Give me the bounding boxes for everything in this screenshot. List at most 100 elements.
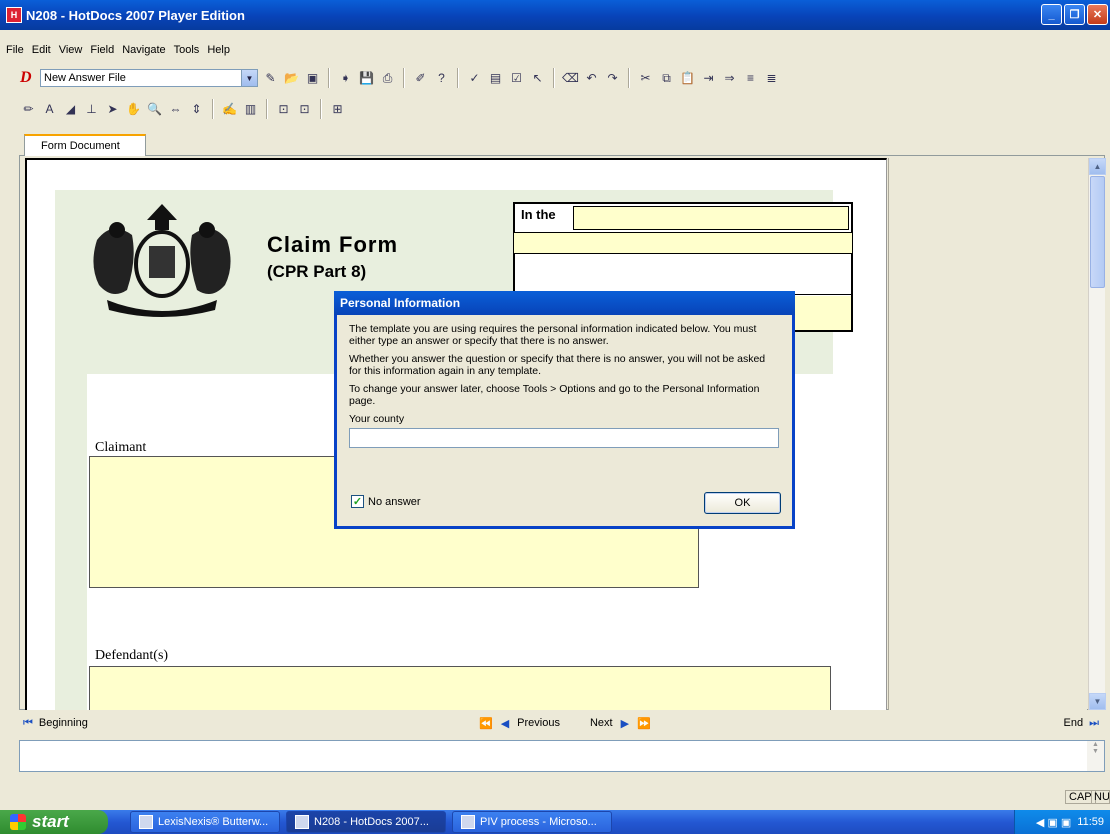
ok-button[interactable]: OK [704, 492, 781, 514]
dialog-text-3: To change your answer later, choose Tool… [349, 383, 760, 407]
tray-icons[interactable]: ◀ ▣ ▣ [1036, 816, 1071, 829]
scroll-up-icon[interactable]: ▲ [1089, 158, 1106, 175]
prompt-scrollbar[interactable]: ▲ ▼ [1087, 741, 1104, 771]
nav-end-button[interactable]: End ⏭ [1064, 717, 1099, 730]
insert-row-icon[interactable]: ≡ [742, 70, 759, 87]
tab-form-document[interactable]: Form Document [24, 134, 146, 156]
scroll-thumb[interactable] [1090, 176, 1105, 288]
scroll-down-icon[interactable]: ▼ [1089, 693, 1106, 710]
spellcheck-icon[interactable]: ✓ [466, 70, 483, 87]
close-button[interactable]: ✕ [1087, 4, 1108, 25]
court-label: In the [521, 207, 556, 222]
underline-tool-icon[interactable]: ⊥ [83, 101, 100, 118]
dialog-text-1: The template you are using requires the … [349, 323, 757, 347]
no-answer-checkbox-group[interactable]: ✓ No answer [351, 495, 421, 508]
dialog-title[interactable]: Personal Information [334, 291, 795, 315]
undo-icon[interactable]: ↶ [583, 70, 600, 87]
fit-height-icon[interactable]: ⇕ [188, 101, 205, 118]
taskbar-item-word[interactable]: PIV process - Microso... [452, 811, 612, 833]
nav-middle: ⏪ ◀ Previous Next ▶ ⏩ [479, 717, 651, 730]
field-tool-icon[interactable]: ✏ [20, 101, 37, 118]
word-icon [461, 815, 475, 829]
columns-icon[interactable]: ▥ [242, 101, 259, 118]
no-answer-label: No answer [368, 495, 421, 508]
zoom-icon[interactable]: 🔍 [146, 101, 163, 118]
defendant-label: Defendant(s) [95, 648, 169, 663]
print-icon[interactable]: ⎙ [379, 70, 396, 87]
next-page-icon[interactable]: ⊡ [296, 101, 313, 118]
nav-next-button[interactable]: Next [590, 717, 613, 729]
paste-icon[interactable]: 📋 [679, 70, 696, 87]
start-button[interactable]: start [0, 810, 108, 834]
field-prompt-box[interactable]: ▲ ▼ [19, 740, 1105, 772]
nav-end-label: End [1063, 717, 1084, 729]
browser-icon [139, 815, 153, 829]
answer-file-value: New Answer File [44, 72, 126, 84]
signature-icon[interactable]: ✍ [221, 101, 238, 118]
taskbar-item-lexisnexis[interactable]: LexisNexis® Butterw... [130, 811, 280, 833]
court-name-field-2[interactable] [513, 232, 853, 254]
taskbar-item-label: LexisNexis® Butterw... [158, 816, 269, 828]
last-page-icon: ⏭ [1089, 716, 1099, 729]
toolbar-separator [212, 99, 214, 119]
no-answer-checkbox[interactable]: ✓ [351, 495, 364, 508]
fields-icon[interactable]: ▤ [487, 70, 504, 87]
personal-information-dialog: Personal Information The template you ar… [334, 291, 795, 529]
indent-icon[interactable]: ⇥ [700, 70, 717, 87]
hotdocs-logo-icon: D [20, 69, 32, 86]
highlight-icon[interactable]: ◢ [62, 101, 79, 118]
nav-beginning-button[interactable]: ⏮ Beginning [23, 717, 88, 730]
rewind-icon[interactable]: ⏪ [479, 717, 493, 730]
edit-icon[interactable]: ✐ [412, 70, 429, 87]
menu-view[interactable]: View [59, 44, 83, 56]
next-field-icon[interactable]: ⇒ [721, 70, 738, 87]
text-tool-icon[interactable]: A [41, 101, 58, 118]
save-answer-icon[interactable]: ▣ [304, 70, 321, 87]
window-titlebar[interactable]: H N208 - HotDocs 2007 Player Edition _ ❐… [0, 0, 1110, 30]
menu-field[interactable]: Field [90, 44, 114, 56]
document-scrollbar[interactable]: ▲ ▼ [1088, 158, 1106, 710]
open-answer-icon[interactable]: 📂 [283, 70, 300, 87]
assemble-icon[interactable]: ➧ [337, 70, 354, 87]
whats-this-icon[interactable]: ↖ [529, 70, 546, 87]
prev-page-icon[interactable]: ⊡ [275, 101, 292, 118]
check-field-icon[interactable]: ☑ [508, 70, 525, 87]
previous-arrow-icon[interactable]: ◀ [501, 717, 509, 730]
chevron-down-icon[interactable]: ▼ [241, 70, 257, 86]
menu-file[interactable]: File [6, 44, 24, 56]
tab-label: Form Document [41, 140, 120, 152]
defendant-field[interactable] [89, 666, 831, 710]
taskbar-item-label: N208 - HotDocs 2007... [314, 816, 429, 828]
restore-button[interactable]: ❐ [1064, 4, 1085, 25]
taskbar-item-hotdocs[interactable]: N208 - HotDocs 2007... [286, 811, 446, 833]
copy-icon[interactable]: ⧉ [658, 70, 675, 87]
menu-tools[interactable]: Tools [174, 44, 200, 56]
pointer-icon[interactable]: ➤ [104, 101, 121, 118]
menu-edit[interactable]: Edit [32, 44, 51, 56]
eraser-icon[interactable]: ⌫ [562, 70, 579, 87]
hand-icon[interactable]: ✋ [125, 101, 142, 118]
first-page-icon: ⏮ [23, 716, 33, 729]
nav-previous-button[interactable]: Previous [517, 717, 560, 729]
window-title: N208 - HotDocs 2007 Player Edition [26, 7, 245, 23]
court-name-field[interactable] [573, 206, 849, 230]
toolbar-separator [628, 68, 630, 88]
next-arrow-icon[interactable]: ▶ [621, 717, 629, 730]
fit-width-icon[interactable]: ⇔ [167, 101, 184, 118]
menu-navigate[interactable]: Navigate [122, 44, 165, 56]
save-icon[interactable]: 💾 [358, 70, 375, 87]
new-answer-icon[interactable]: ✎ [262, 70, 279, 87]
help-icon[interactable]: ? [433, 70, 450, 87]
minimize-button[interactable]: _ [1041, 4, 1062, 25]
redo-icon[interactable]: ↷ [604, 70, 621, 87]
delete-row-icon[interactable]: ≣ [763, 70, 780, 87]
cut-icon[interactable]: ✂ [637, 70, 654, 87]
toolbar-separator [457, 68, 459, 88]
fast-forward-icon[interactable]: ⏩ [637, 717, 651, 730]
answer-file-select[interactable]: New Answer File ▼ [40, 69, 258, 87]
county-input[interactable] [349, 428, 779, 448]
page-icon[interactable]: ⊞ [329, 101, 346, 118]
toolbar-separator [403, 68, 405, 88]
menu-help[interactable]: Help [207, 44, 230, 56]
navigation-bar: ⏮ Beginning ⏪ ◀ Previous Next ▶ ⏩ End ⏭ [19, 710, 1105, 736]
